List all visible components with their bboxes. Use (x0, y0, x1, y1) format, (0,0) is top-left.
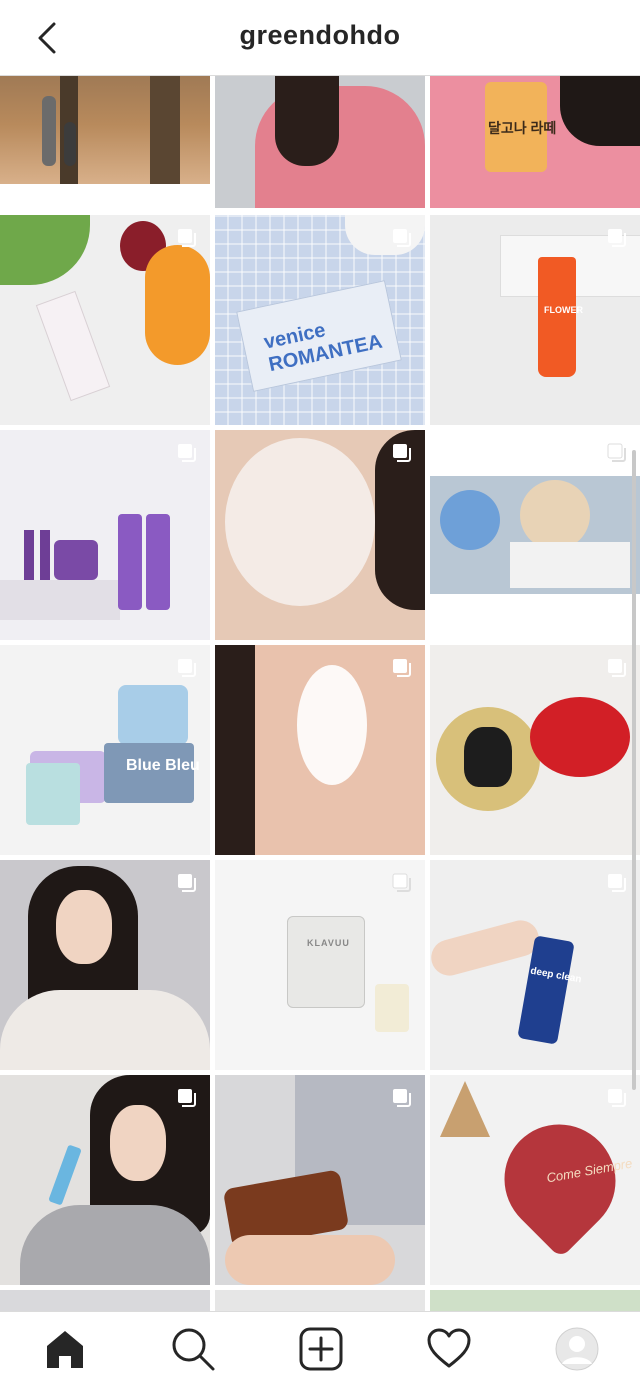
post-thumbnail[interactable] (0, 215, 210, 425)
post-thumbnail[interactable] (430, 430, 640, 640)
post-thumbnail[interactable] (215, 76, 425, 208)
top-nav-bar: greendohdo (0, 0, 640, 76)
post-thumbnail[interactable] (430, 1290, 640, 1311)
multiple-posts-icon (178, 659, 196, 677)
post-thumbnail[interactable]: KLAVUU (215, 860, 425, 1070)
tab-activity[interactable] (426, 1326, 472, 1372)
tab-new-post[interactable] (298, 1326, 344, 1372)
multiple-posts-icon (608, 874, 626, 892)
post-thumbnail[interactable] (215, 645, 425, 855)
new-post-icon (299, 1327, 343, 1371)
post-thumbnail[interactable] (215, 1075, 425, 1285)
tab-home[interactable] (42, 1326, 88, 1372)
multiple-posts-icon (178, 1089, 196, 1107)
post-thumbnail[interactable] (0, 430, 210, 640)
product-label: FLOWER (544, 305, 583, 315)
post-thumbnail[interactable] (215, 430, 425, 640)
profile-avatar-icon (555, 1327, 599, 1371)
product-label: 달고나 라떼 (488, 120, 557, 136)
multiple-posts-icon (608, 659, 626, 677)
multiple-posts-icon (178, 874, 196, 892)
multiple-posts-icon (178, 444, 196, 462)
search-icon (172, 1328, 215, 1371)
post-thumbnail[interactable]: FLOWER (430, 215, 640, 425)
tab-profile[interactable] (554, 1326, 600, 1372)
post-thumbnail[interactable]: venice ROMANTEA (215, 215, 425, 425)
multiple-posts-icon (608, 229, 626, 247)
multiple-posts-icon (393, 229, 411, 247)
post-thumbnail[interactable] (0, 1290, 210, 1311)
multiple-posts-icon (178, 229, 196, 247)
post-thumbnail[interactable]: Come Siempre (430, 1075, 640, 1285)
multiple-posts-icon (607, 443, 626, 462)
posts-grid: 달고나 라떼 venice ROMANTEA FLOWER Blue Bleu … (0, 76, 640, 1311)
post-thumbnail[interactable] (430, 645, 640, 855)
multiple-posts-icon (393, 1089, 411, 1107)
multiple-posts-icon (608, 1089, 626, 1107)
home-icon (47, 1331, 83, 1368)
multiple-posts-icon (393, 444, 411, 462)
post-thumbnail[interactable]: 달고나 라떼 (430, 76, 640, 208)
product-label: Blue Bleu (126, 757, 200, 774)
activity-heart-icon (427, 1328, 471, 1368)
scrollbar[interactable] (632, 450, 636, 1090)
post-thumbnail[interactable] (0, 1075, 210, 1285)
bottom-tab-bar (0, 1311, 640, 1386)
post-thumbnail[interactable] (215, 1290, 425, 1311)
tab-search[interactable] (170, 1326, 216, 1372)
post-thumbnail[interactable]: Blue Bleu (0, 645, 210, 855)
profile-username-title: greendohdo (239, 20, 401, 50)
post-thumbnail[interactable]: deep clean (430, 860, 640, 1070)
multiple-posts-icon (393, 659, 411, 677)
product-label: KLAVUU (307, 938, 350, 948)
post-thumbnail[interactable] (0, 76, 210, 184)
multiple-posts-icon (392, 873, 411, 892)
post-thumbnail[interactable] (0, 860, 210, 1070)
